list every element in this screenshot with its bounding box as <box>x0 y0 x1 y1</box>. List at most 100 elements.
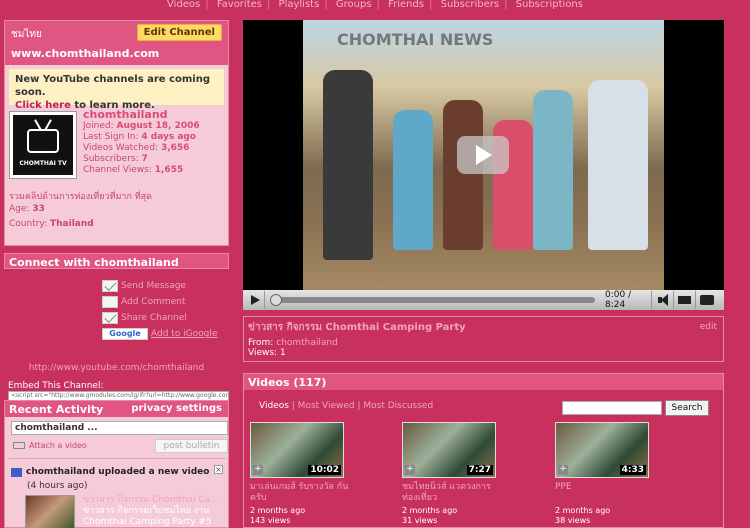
nav-subscribers[interactable]: Subscribers <box>441 0 499 10</box>
add-icon[interactable]: + <box>558 465 568 475</box>
top-nav: Videos | Favorites | Playlists | Groups | Fr… <box>167 0 583 10</box>
add-comment-label: Add Comment <box>121 297 186 307</box>
video-thumbnail[interactable]: + 10:02 <box>250 422 344 478</box>
profile-header: ชมไทย Edit Channel <box>5 21 228 43</box>
joined-label: Joined: <box>83 121 117 131</box>
username[interactable]: chomthailand <box>83 109 200 120</box>
fullscreen-icon[interactable] <box>695 291 717 309</box>
divider <box>9 458 226 459</box>
attach-video-label: Attach a video <box>29 441 87 450</box>
attach-video-link[interactable]: Attach a video <box>13 441 87 450</box>
embed-label: Embed This Channel: <box>8 381 104 391</box>
channel-views-value: 1,655 <box>154 165 184 175</box>
activity-time: (4 hours ago) <box>27 481 88 491</box>
last-signin-value: 4 days ago <box>141 132 197 142</box>
recent-activity-title: Recent Activity <box>9 403 104 416</box>
activity-video-thumbnail[interactable] <box>25 495 75 528</box>
news-watermark: CHOMTHAI NEWS <box>337 30 494 49</box>
widescreen-icon[interactable] <box>673 291 695 309</box>
google-icon: Google <box>102 328 148 340</box>
add-to-igoogle-label: Add to iGoogle <box>151 329 218 339</box>
subscribers-label: Subscribers: <box>83 154 142 164</box>
age-label: Age: <box>9 204 33 214</box>
profile-panel: ชมไทย Edit Channel www.chomthailand.com … <box>4 20 229 246</box>
add-comment-link[interactable]: Add Comment <box>102 295 185 309</box>
recent-activity-panel: Recent Activity privacy settings chomtha… <box>4 400 229 528</box>
video-title[interactable]: ข่าวสาร กิจกรรม Chomthai Camping Party <box>248 320 719 335</box>
video-views: Views: 1 <box>248 348 286 358</box>
activity-video-title: ข่าวสาร กิจกรรม Chomthai Ca... ข่าวสาร ก… <box>83 495 228 528</box>
video-frame[interactable]: CHOMTHAI NEWS <box>303 20 664 290</box>
connect-header: Connect with chomthailand <box>4 253 229 269</box>
play-icon[interactable] <box>243 291 265 309</box>
share-channel-label: Share Channel <box>121 313 187 323</box>
video-from: From: chomthailand <box>248 338 719 348</box>
channel-website[interactable]: www.chomthailand.com <box>5 43 228 65</box>
activity-video-desc-2: Chomthai Camping Party #5 <box>83 517 212 527</box>
videos-panel: Videos (117) Videos | Most Viewed | Most… <box>243 373 724 528</box>
video-info: ข่าวสาร กิจกรรม Chomthai Camping Party e… <box>243 316 724 362</box>
video-tabs: Videos | Most Viewed | Most Discussed <box>259 401 434 411</box>
video-thumbnail[interactable]: + 4:33 <box>555 422 649 478</box>
video-item-views: 31 views <box>402 516 438 525</box>
seek-handle[interactable] <box>270 294 282 306</box>
age-line: Age: 33 <box>5 201 228 216</box>
video-thumbnail[interactable]: + 7:27 <box>402 422 496 478</box>
time-display: 0:00 / 8:24 <box>605 290 632 310</box>
user-block: CHOMTHAI TV chomthailand Joined: August … <box>5 109 228 183</box>
channel-url[interactable]: http://www.youtube.com/chomthailand <box>4 363 229 373</box>
envelope-icon <box>102 280 118 292</box>
search-button[interactable]: Search <box>665 400 709 416</box>
video-item-title[interactable]: มาเล่นเกมส์ รับรางวัล กันครับ <box>250 482 350 504</box>
nav-friends[interactable]: Friends <box>388 0 424 10</box>
nav-subscriptions[interactable]: Subscriptions <box>516 0 583 10</box>
subscribers-value: 7 <box>141 154 148 164</box>
from-label: From: <box>248 338 277 348</box>
country-label: Country: <box>9 219 50 229</box>
videos-watched-label: Videos Watched: <box>83 143 161 153</box>
bulletin-input[interactable]: chomthailand ... <box>11 421 228 435</box>
activity-video-link[interactable]: ข่าวสาร กิจกรรม Chomthai Ca... <box>83 495 228 506</box>
share-channel-link[interactable]: Share Channel <box>102 311 187 325</box>
volume-icon[interactable] <box>651 291 673 309</box>
videos-header: Videos (117) <box>244 374 723 390</box>
play-overlay-button[interactable] <box>457 136 509 174</box>
player-controls: 0:00 / 8:24 <box>243 290 724 310</box>
video-search-input[interactable] <box>562 401 662 415</box>
channel-tagline: รวมคลิปด้านการท่องเที่ยวที่มาก ที่สุด <box>9 192 153 202</box>
activity-event-text[interactable]: chomthailand uploaded a new video <box>26 467 209 477</box>
nav-favorites[interactable]: Favorites <box>217 0 262 10</box>
add-icon[interactable]: + <box>253 465 263 475</box>
privacy-settings-link[interactable]: privacy settings <box>131 403 222 414</box>
send-message-link[interactable]: Send Message <box>102 279 186 293</box>
video-item-title[interactable]: ชมไทยนิวส์ แวดวงการท่องเที่ยว <box>402 482 502 504</box>
nav-videos[interactable]: Videos <box>167 0 200 10</box>
video-item-age: 2 months ago <box>402 506 458 515</box>
video-duration: 10:02 <box>308 465 341 475</box>
tab-most-discussed[interactable]: Most Discussed <box>363 401 433 411</box>
send-message-label: Send Message <box>121 281 186 291</box>
add-icon[interactable]: + <box>405 465 415 475</box>
edit-link[interactable]: edit <box>700 322 717 332</box>
videos-watched-value: 3,656 <box>160 143 190 153</box>
video-item-age: 2 months ago <box>555 506 611 515</box>
seek-bar[interactable] <box>270 294 595 306</box>
close-icon[interactable]: × <box>214 465 223 474</box>
tab-most-viewed[interactable]: Most Viewed <box>298 401 355 411</box>
add-to-igoogle-link[interactable]: Google Add to iGoogle <box>102 327 217 341</box>
tab-videos[interactable]: Videos <box>259 401 289 411</box>
from-user-link[interactable]: chomthailand <box>276 338 338 348</box>
video-player: CHOMTHAI NEWS 0:00 / 8:24 <box>243 20 724 310</box>
video-item-title[interactable]: PPE <box>555 482 655 493</box>
connect-panel: Connect with chomthailand Send Message A… <box>4 253 229 401</box>
post-bulletin-button[interactable]: post bulletin <box>155 439 228 453</box>
country-value: Thailand <box>50 219 94 229</box>
channel-name: ชมไทย <box>11 29 42 40</box>
avatar[interactable]: CHOMTHAI TV <box>9 111 77 179</box>
edit-channel-button[interactable]: Edit Channel <box>136 24 222 41</box>
video-duration: 4:33 <box>619 465 646 475</box>
nav-playlists[interactable]: Playlists <box>279 0 320 10</box>
nav-groups[interactable]: Groups <box>336 0 372 10</box>
tv-icon <box>27 129 59 153</box>
avatar-brand: CHOMTHAI TV <box>19 160 67 167</box>
